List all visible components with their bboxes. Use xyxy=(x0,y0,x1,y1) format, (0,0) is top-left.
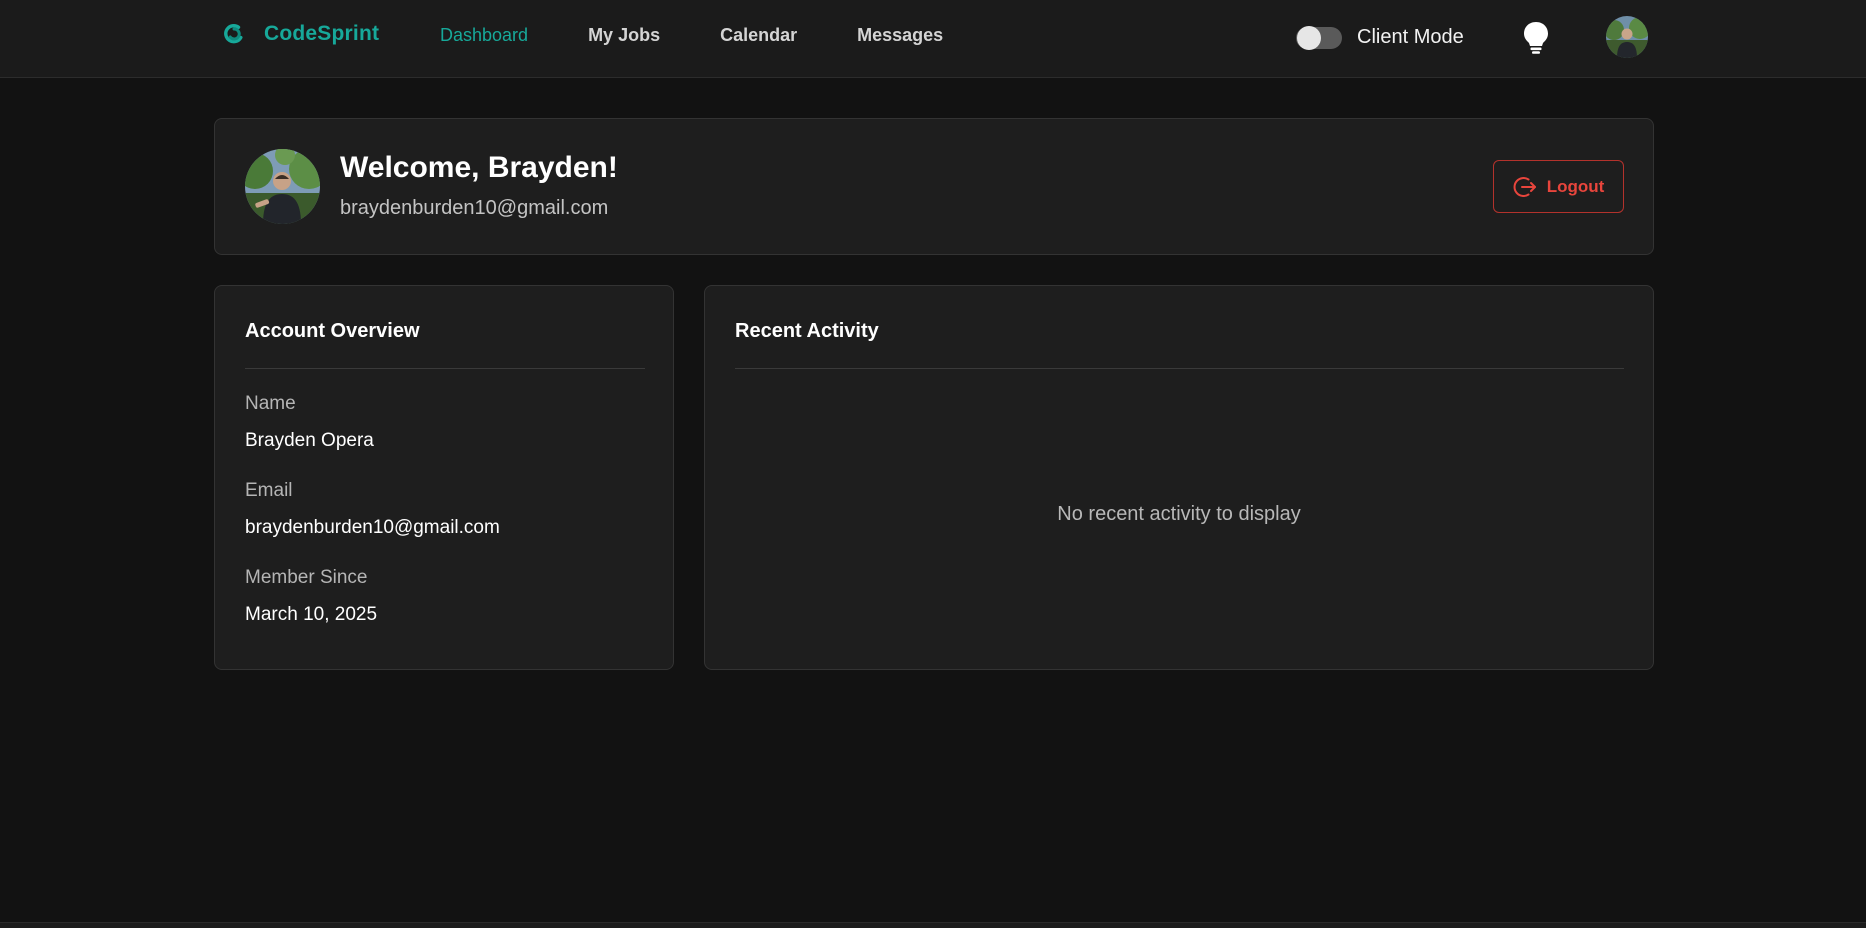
field-value: March 10, 2025 xyxy=(245,604,378,625)
logout-label: Logout xyxy=(1546,176,1605,196)
top-navbar: CodeSprint Dashboard My Jobs Calendar Me… xyxy=(0,0,1866,78)
toggle-knob xyxy=(1297,25,1321,50)
field-name: Name Brayden Opera xyxy=(245,393,374,452)
divider xyxy=(735,368,1624,369)
brand-name: CodeSprint xyxy=(264,22,380,45)
field-label: Name xyxy=(245,393,296,414)
logout-button[interactable]: Logout xyxy=(1493,160,1624,213)
client-mode-label: Client Mode xyxy=(1357,26,1464,48)
nav-link-dashboard[interactable]: Dashboard xyxy=(440,25,528,46)
nav-link-my-jobs[interactable]: My Jobs xyxy=(588,25,660,46)
field-label: Member Since xyxy=(245,567,368,588)
lightbulb-icon[interactable] xyxy=(1522,21,1550,55)
brand-link[interactable]: CodeSprint xyxy=(222,22,379,46)
field-member-since: Member Since March 10, 2025 xyxy=(245,567,377,626)
user-avatar[interactable] xyxy=(1606,16,1648,58)
account-overview-title: Account Overview xyxy=(245,320,420,342)
welcome-email: braydenburden10@gmail.com xyxy=(340,197,609,219)
field-value: Brayden Opera xyxy=(245,430,374,451)
logout-icon xyxy=(1513,176,1536,197)
empty-state-message: No recent activity to display xyxy=(1057,503,1301,525)
client-mode-toggle[interactable]: Client Mode xyxy=(1296,25,1464,50)
main-nav: Dashboard My Jobs Calendar Messages xyxy=(440,25,1003,46)
codesprint-logo-icon xyxy=(224,23,243,44)
divider xyxy=(245,368,645,369)
toggle-switch[interactable] xyxy=(1296,25,1342,50)
field-email: Email braydenburden10@gmail.com xyxy=(245,480,500,539)
account-overview-card: Account Overview Name Brayden Opera Emai… xyxy=(214,285,674,670)
field-value: braydenburden10@gmail.com xyxy=(245,517,500,538)
field-label: Email xyxy=(245,480,293,501)
nav-link-messages[interactable]: Messages xyxy=(857,25,943,46)
welcome-card: Welcome, Brayden! braydenburden10@gmail.… xyxy=(214,118,1654,255)
bottom-scrollbar[interactable] xyxy=(0,922,1866,928)
welcome-title: Welcome, Brayden! xyxy=(340,151,618,184)
profile-avatar xyxy=(245,149,320,224)
recent-activity-card: Recent Activity No recent activity to di… xyxy=(704,285,1654,670)
profile-photo xyxy=(245,149,320,224)
avatar-photo xyxy=(1606,16,1648,58)
nav-link-calendar[interactable]: Calendar xyxy=(720,25,797,46)
recent-activity-title: Recent Activity xyxy=(735,320,879,342)
